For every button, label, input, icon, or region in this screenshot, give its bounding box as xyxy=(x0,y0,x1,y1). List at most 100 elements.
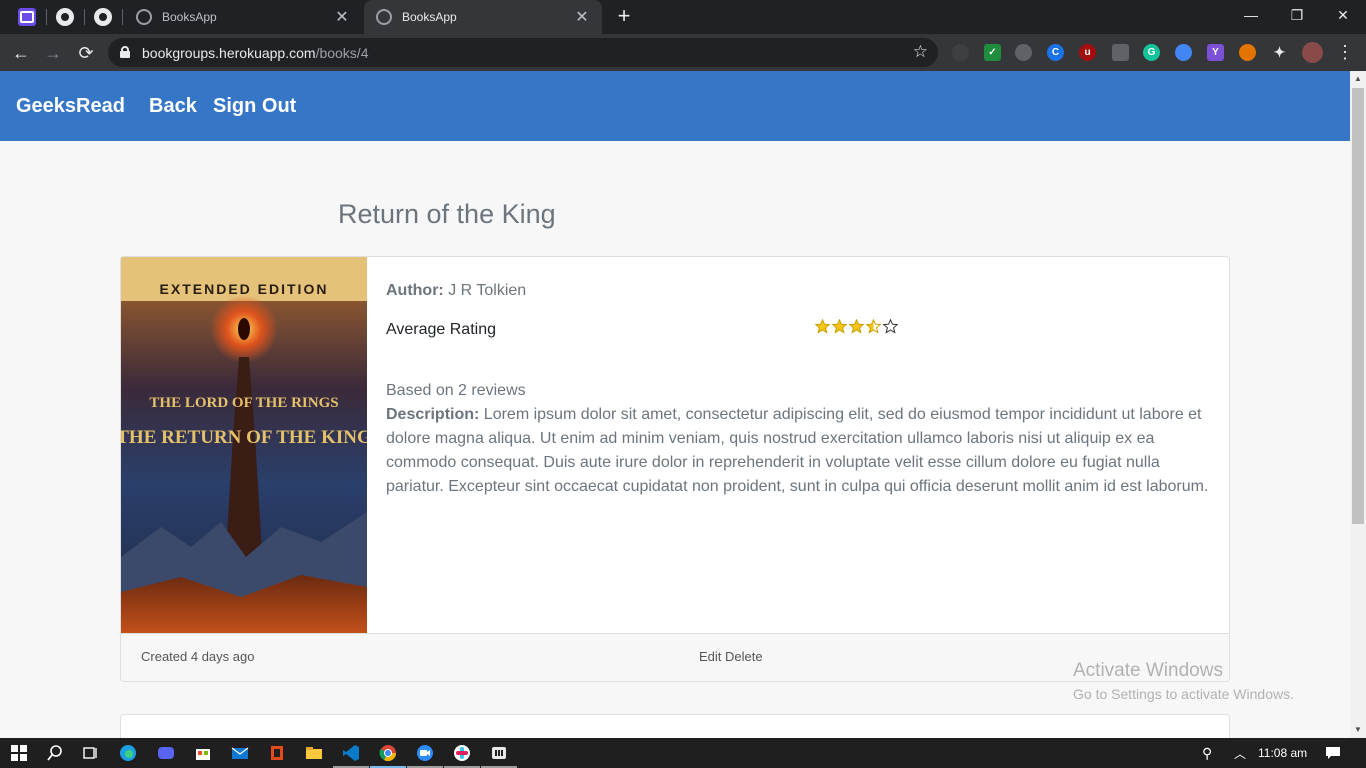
star-empty-icon xyxy=(883,319,898,334)
star-full-icon xyxy=(815,319,830,334)
cover-title-line-2: THE RETURN OF THE KING xyxy=(121,427,367,448)
address-bar[interactable]: bookgroups.herokuapp.com/books/4 ☆ xyxy=(108,38,938,67)
app-navbar: GeeksRead Back Sign Out xyxy=(0,71,1350,141)
y-extension-icon[interactable]: Y xyxy=(1207,44,1224,61)
tab-title: BooksApp xyxy=(402,10,457,24)
vscode-icon[interactable] xyxy=(333,743,369,768)
globe-icon xyxy=(136,9,152,25)
store-icon[interactable] xyxy=(193,743,213,763)
globe-icon xyxy=(376,9,392,25)
average-rating-label: Average Rating xyxy=(386,321,496,338)
star-full-icon xyxy=(832,319,847,334)
card-actions: Edit Delete xyxy=(699,649,763,664)
browser-tab-active[interactable]: BooksApp ✕ xyxy=(364,0,602,34)
pinned-tab-github-2[interactable] xyxy=(84,0,122,34)
drop-extension-icon[interactable] xyxy=(1175,44,1192,61)
back-link[interactable]: Back xyxy=(149,95,197,118)
clock[interactable]: 11:08 am xyxy=(1258,746,1307,760)
windows-taskbar: ⚲ ︿ 11:08 am xyxy=(0,738,1366,768)
created-timestamp: Created 4 days ago xyxy=(141,649,255,664)
owl-extension-icon[interactable] xyxy=(1239,44,1256,61)
activate-windows-watermark: Activate Windows Go to Settings to activ… xyxy=(1073,660,1294,702)
star-rating xyxy=(815,319,900,334)
url-text: bookgroups.herokuapp.com/books/4 xyxy=(142,45,369,61)
scrollbar-thumb[interactable] xyxy=(1352,88,1364,524)
watermark-title: Activate Windows xyxy=(1073,660,1223,681)
browser-menu-icon[interactable]: ⋮ xyxy=(1336,42,1354,62)
reload-icon[interactable]: ⟳ xyxy=(73,40,99,66)
tray-chevron-up-icon[interactable]: ︿ xyxy=(1234,745,1246,762)
description-text: Lorem ipsum dolor sit amet, consectetur … xyxy=(386,406,1209,495)
new-tab-button[interactable]: + xyxy=(612,4,636,28)
description-label: Description: xyxy=(386,406,480,423)
search-icon[interactable] xyxy=(45,743,65,763)
chrome-icon[interactable] xyxy=(370,743,406,768)
author-value: J R Tolkien xyxy=(448,282,527,299)
close-tab-icon[interactable]: ✕ xyxy=(574,7,590,27)
author-label: Author: xyxy=(386,282,444,299)
restore-button[interactable]: ❐ xyxy=(1274,0,1320,30)
close-tab-icon[interactable]: ✕ xyxy=(334,7,350,27)
headphones-extension-icon[interactable] xyxy=(1015,44,1032,61)
pinned-tab-app[interactable] xyxy=(8,0,46,34)
discord-icon[interactable] xyxy=(156,743,176,763)
book-details: Author: J R Tolkien Average Rating Based… xyxy=(386,279,1216,495)
notes-app-icon[interactable] xyxy=(481,743,517,768)
github-icon xyxy=(94,8,112,26)
tab-separator xyxy=(122,9,123,25)
close-window-button[interactable]: ✕ xyxy=(1320,0,1366,30)
mail-icon[interactable] xyxy=(230,743,250,763)
brand-link[interactable]: GeeksRead xyxy=(16,95,125,118)
card-footer: Created 4 days ago Edit Delete xyxy=(121,633,1229,681)
description: Description: Lorem ipsum dolor sit amet,… xyxy=(386,403,1216,499)
task-view-icon[interactable] xyxy=(80,743,100,763)
url-host: bookgroups.herokuapp.com xyxy=(142,45,316,61)
reviews-count: Based on 2 reviews xyxy=(386,382,526,399)
sign-out-link[interactable]: Sign Out xyxy=(213,95,296,118)
forward-arrow-icon[interactable]: → xyxy=(40,40,66,66)
ublock-icon[interactable]: u xyxy=(1079,44,1096,61)
grammarly-icon[interactable]: G xyxy=(1143,44,1160,61)
book-card: EXTENDED EDITION THE LORD OF THE RINGS T… xyxy=(120,256,1230,682)
slack-icon[interactable] xyxy=(444,743,480,768)
minimize-button[interactable]: — xyxy=(1228,0,1274,30)
people-icon[interactable]: ⚲ xyxy=(1202,745,1212,762)
page-scrollbar[interactable]: ▲ ▼ xyxy=(1350,71,1366,738)
file-explorer-icon[interactable] xyxy=(304,743,324,763)
profile-avatar-icon[interactable] xyxy=(1302,42,1323,63)
bookmark-star-icon[interactable]: ☆ xyxy=(913,42,928,62)
edit-link[interactable]: Edit xyxy=(699,649,721,664)
puzzle-extensions-icon[interactable]: ✦ xyxy=(1271,44,1288,61)
github-icon xyxy=(56,8,74,26)
app-logo-icon xyxy=(18,8,36,26)
notification-icon[interactable] xyxy=(1325,745,1341,764)
back-arrow-icon[interactable]: ← xyxy=(8,40,34,66)
book-title: Return of the King xyxy=(338,199,556,229)
search-extension-icon[interactable] xyxy=(952,44,969,61)
office-icon[interactable] xyxy=(267,743,287,763)
pinned-tab-github-1[interactable] xyxy=(46,0,84,34)
delete-link[interactable]: Delete xyxy=(725,649,763,664)
c-extension-icon[interactable]: C xyxy=(1047,44,1064,61)
author-line: Author: J R Tolkien xyxy=(386,279,1216,303)
star-half-icon xyxy=(866,319,881,334)
scroll-down-arrow-icon[interactable]: ▼ xyxy=(1350,722,1366,738)
lock-icon xyxy=(120,46,130,58)
url-path: /books/4 xyxy=(315,45,369,61)
pen-extension-icon[interactable] xyxy=(1112,44,1129,61)
rating-row: Average Rating xyxy=(386,319,1216,345)
book-cover-image: EXTENDED EDITION THE LORD OF THE RINGS T… xyxy=(121,257,367,633)
zoom-icon[interactable] xyxy=(407,743,443,768)
watermark-subtitle: Go to Settings to activate Windows. xyxy=(1073,686,1294,702)
cover-title-line-1: THE LORD OF THE RINGS xyxy=(149,395,338,411)
star-full-icon xyxy=(849,319,864,334)
scroll-up-arrow-icon[interactable]: ▲ xyxy=(1350,71,1366,87)
tab-title: BooksApp xyxy=(162,10,217,24)
cover-edition-text: EXTENDED EDITION xyxy=(160,281,329,297)
browser-tab-strip: BooksApp ✕ BooksApp ✕ + — ❐ ✕ xyxy=(0,0,1366,34)
browser-toolbar: ← → ⟳ bookgroups.herokuapp.com/books/4 ☆… xyxy=(0,34,1366,71)
edge-icon[interactable] xyxy=(118,743,138,763)
browser-tab[interactable]: BooksApp ✕ xyxy=(124,0,362,34)
checkmark-extension-icon[interactable]: ✓ xyxy=(984,44,1001,61)
windows-start-icon[interactable] xyxy=(9,743,29,763)
